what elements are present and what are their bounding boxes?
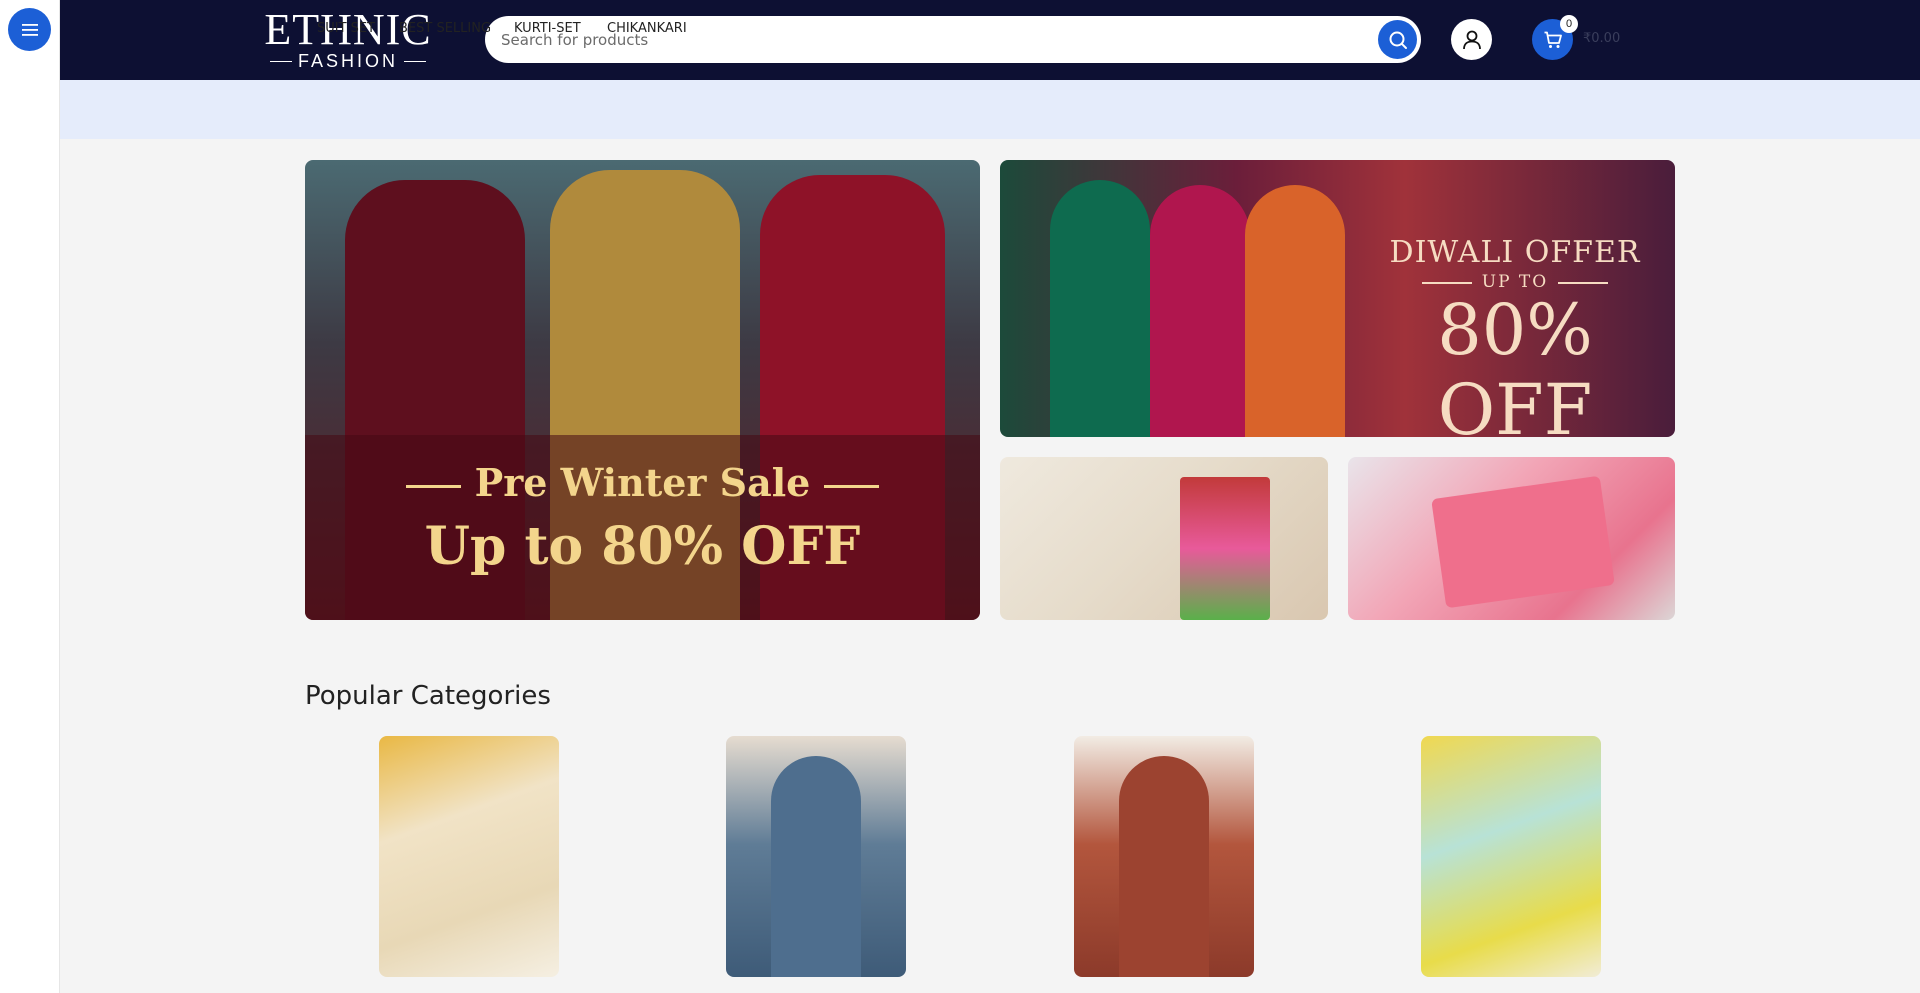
menu-button[interactable] xyxy=(8,8,51,51)
diwali-title: DIWALI OFFER xyxy=(1389,235,1641,270)
logo-rule-right xyxy=(404,60,426,62)
brand-logo[interactable]: ETHNIC FASHION xyxy=(263,8,433,71)
diwali-model-3 xyxy=(1245,185,1345,437)
nav-item-chikankari[interactable]: CHIKANKARI xyxy=(607,21,687,36)
brand-line2: FASHION xyxy=(297,51,398,71)
banner-printed-suits[interactable] xyxy=(1348,457,1675,620)
search-icon xyxy=(1389,31,1407,49)
nav-item-suit-set[interactable]: SUIT SET xyxy=(317,21,375,36)
diwali-discount: 80% OFF xyxy=(1437,289,1593,437)
category-card[interactable] xyxy=(1421,736,1601,977)
hamburger-icon xyxy=(21,23,38,36)
category-model xyxy=(771,756,861,977)
category-model xyxy=(1119,756,1209,977)
section-title-popular-categories: Popular Categories xyxy=(305,681,551,711)
cart-total[interactable]: ₹0.00 xyxy=(1583,31,1620,46)
logo-rule-left xyxy=(269,60,292,62)
user-icon xyxy=(1462,30,1481,49)
embroidery-fabric xyxy=(1180,477,1270,620)
category-nav xyxy=(60,80,1920,139)
category-card[interactable] xyxy=(379,736,559,977)
printed-fabric xyxy=(1431,475,1615,609)
banner-main-offer: Up to 80% OFF xyxy=(424,516,861,577)
search-button[interactable] xyxy=(1378,20,1417,59)
account-button[interactable] xyxy=(1451,19,1492,60)
banner-main-title: Pre Winter Sale xyxy=(474,460,811,505)
banner-embroidery[interactable] xyxy=(1000,457,1328,620)
diwali-dash-left xyxy=(1421,281,1472,284)
category-card[interactable] xyxy=(1074,736,1254,977)
nav-item-best-selling[interactable]: BEST SELLING xyxy=(399,21,491,36)
brand-line2-wrap: FASHION xyxy=(263,52,433,70)
nav-item-kurti-set[interactable]: KURTI-SET xyxy=(514,21,581,36)
diwali-model-1 xyxy=(1050,180,1150,437)
diwali-model-2 xyxy=(1150,185,1250,437)
cart-count-badge: 0 xyxy=(1560,15,1578,33)
banner-diwali-offer[interactable]: DIWALI OFFER UP TO 80% OFF xyxy=(1000,160,1675,437)
banner-main-line1: Pre Winter Sale xyxy=(305,460,980,505)
banner-pre-winter-sale[interactable]: Pre Winter Sale Up to 80% OFF xyxy=(305,160,980,620)
cart-icon xyxy=(1544,31,1562,48)
category-card[interactable] xyxy=(726,736,906,977)
banner-dash-left xyxy=(405,485,461,488)
diwali-dash-right xyxy=(1558,281,1609,284)
banner-dash-right xyxy=(824,485,880,488)
left-rail xyxy=(0,0,60,993)
